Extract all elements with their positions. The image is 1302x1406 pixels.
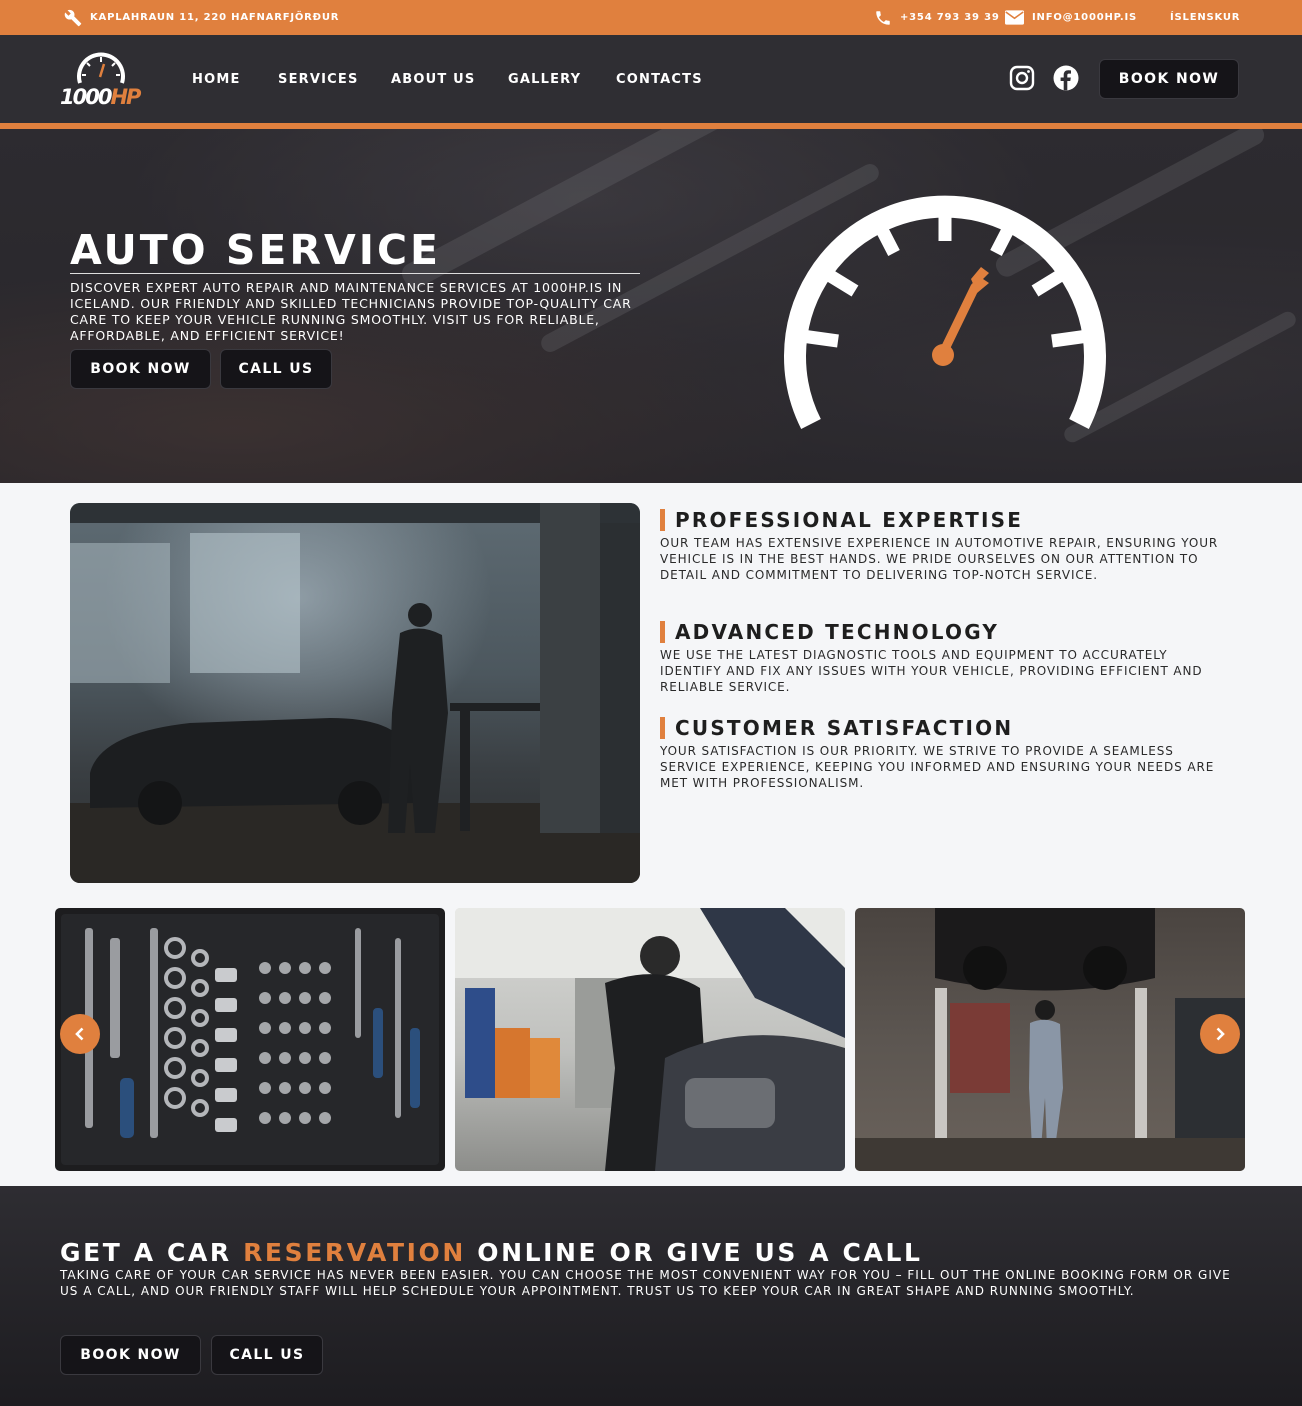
feature-text: YOUR SATISFACTION IS OUR PRIORITY. WE ST…: [660, 744, 1215, 790]
gallery-next-button[interactable]: [1200, 1014, 1240, 1054]
nav-services[interactable]: SERVICES: [278, 35, 359, 123]
phone-link[interactable]: +354 793 39 39: [874, 0, 1000, 35]
logo-wordmark: 1000HP: [60, 85, 141, 109]
feature-advanced-technology: ADVANCED TECHNOLOGY WE USE THE LATEST DI…: [660, 620, 1230, 695]
header-book-now-button[interactable]: BOOK NOW: [1099, 59, 1239, 99]
instagram-icon[interactable]: [1009, 65, 1035, 91]
cta-title-accent: RESERVATION: [243, 1238, 466, 1267]
hero-title: AUTO SERVICE: [70, 226, 442, 274]
nav-home[interactable]: HOME: [192, 35, 241, 123]
feature-text: WE USE THE LATEST DIAGNOSTIC TOOLS AND E…: [660, 648, 1203, 694]
email-link[interactable]: INFO@1000HP.IS: [1005, 0, 1137, 35]
feature-customer-satisfaction: CUSTOMER SATISFACTION YOUR SATISFACTION …: [660, 716, 1230, 791]
feature-accent-bar: [660, 509, 665, 531]
wrench-icon: [64, 9, 82, 27]
feature-accent-bar: [660, 621, 665, 643]
hero-book-now-button[interactable]: BOOK NOW: [70, 349, 211, 389]
feature-title: CUSTOMER SATISFACTION: [675, 716, 1014, 740]
hero-divider: [70, 273, 640, 274]
gallery-image-tools[interactable]: [55, 908, 445, 1171]
hero-bg-tool: [398, 129, 782, 293]
language-switch[interactable]: ÍSLENSKUR: [1170, 0, 1240, 35]
feature-title: ADVANCED TECHNOLOGY: [675, 620, 1000, 644]
language-label: ÍSLENSKUR: [1170, 12, 1241, 23]
feature-title: PROFESSIONAL EXPERTISE: [675, 508, 1024, 532]
hero-description: DISCOVER EXPERT AUTO REPAIR AND MAINTENA…: [70, 280, 632, 343]
nav-about-us[interactable]: ABOUT US: [391, 35, 476, 123]
gallery-prev-button[interactable]: [60, 1014, 100, 1054]
cta-book-now-button[interactable]: BOOK NOW: [60, 1335, 201, 1375]
cta-description: TAKING CARE OF YOUR CAR SERVICE HAS NEVE…: [60, 1268, 1231, 1298]
envelope-icon: [1005, 10, 1024, 25]
reservation-cta-section: GET A CAR RESERVATION ONLINE OR GIVE US …: [0, 1186, 1302, 1406]
gallery-image-mechanic-engine[interactable]: [455, 908, 845, 1171]
mechanic-garage-photo: [70, 503, 640, 883]
cta-title: GET A CAR RESERVATION ONLINE OR GIVE US …: [60, 1238, 923, 1267]
cta-call-us-button[interactable]: CALL US: [211, 1335, 323, 1375]
logo[interactable]: 1000HP: [60, 47, 144, 111]
top-info-bar: KAPLAHRAUN 11, 220 HAFNARFJÖRÐUR +354 79…: [0, 0, 1302, 35]
facebook-icon[interactable]: [1053, 65, 1079, 91]
feature-accent-bar: [660, 717, 665, 739]
nav-gallery[interactable]: GALLERY: [508, 35, 581, 123]
feature-professional-expertise: PROFESSIONAL EXPERTISE OUR TEAM HAS EXTE…: [660, 508, 1230, 583]
gallery-image-car-lift[interactable]: [855, 908, 1245, 1171]
nav-contacts[interactable]: CONTACTS: [616, 35, 703, 123]
feature-text: OUR TEAM HAS EXTENSIVE EXPERIENCE IN AUT…: [660, 536, 1219, 582]
chevron-right-icon: [1216, 1027, 1225, 1041]
phone-text: +354 793 39 39: [900, 12, 1000, 23]
speedometer-icon: [784, 195, 1106, 429]
email-text: INFO@1000HP.IS: [1032, 12, 1138, 23]
address: KAPLAHRAUN 11, 220 HAFNARFJÖRÐUR: [64, 0, 339, 35]
address-text: KAPLAHRAUN 11, 220 HAFNARFJÖRÐUR: [90, 12, 340, 23]
hero-section: AUTO SERVICE DISCOVER EXPERT AUTO REPAIR…: [0, 129, 1302, 483]
hero-call-us-button[interactable]: CALL US: [220, 349, 332, 389]
phone-icon: [874, 9, 892, 27]
chevron-left-icon: [75, 1027, 84, 1041]
main-header: 1000HP HOME SERVICES ABOUT US GALLERY CO…: [0, 35, 1302, 123]
